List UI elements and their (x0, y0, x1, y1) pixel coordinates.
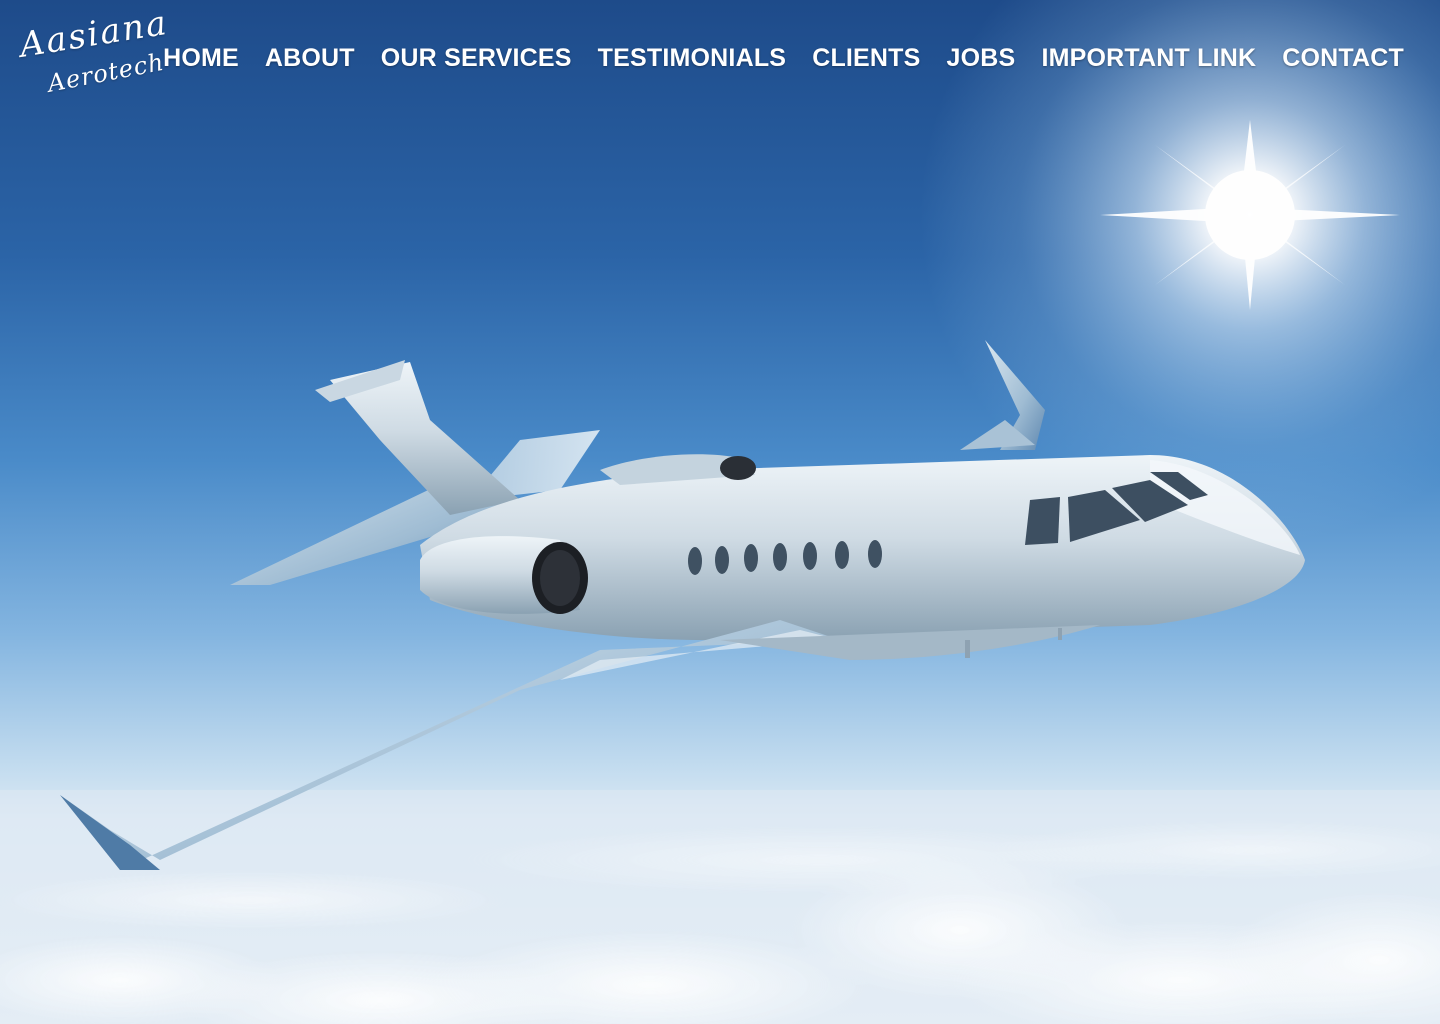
landing-page: Aasiana Aerotech HOME ABOUT OUR SERVICES… (0, 0, 1440, 1024)
nav-contact[interactable]: CONTACT (1282, 44, 1404, 73)
nav-about[interactable]: ABOUT (265, 44, 355, 73)
nav-our-services[interactable]: OUR SERVICES (381, 44, 572, 73)
site-header: Aasiana Aerotech HOME ABOUT OUR SERVICES… (0, 0, 1440, 120)
brand-logo[interactable]: Aasiana Aerotech (17, 3, 178, 113)
nav-testimonials[interactable]: TESTIMONIALS (598, 44, 787, 73)
nav-home[interactable]: HOME (163, 44, 239, 73)
nav-jobs[interactable]: JOBS (947, 44, 1016, 73)
hero-image (0, 0, 1440, 1024)
nav-clients[interactable]: CLIENTS (812, 44, 920, 73)
main-nav: HOME ABOUT OUR SERVICES TESTIMONIALS CLI… (163, 44, 1404, 73)
nav-important-link[interactable]: IMPORTANT LINK (1041, 44, 1256, 73)
